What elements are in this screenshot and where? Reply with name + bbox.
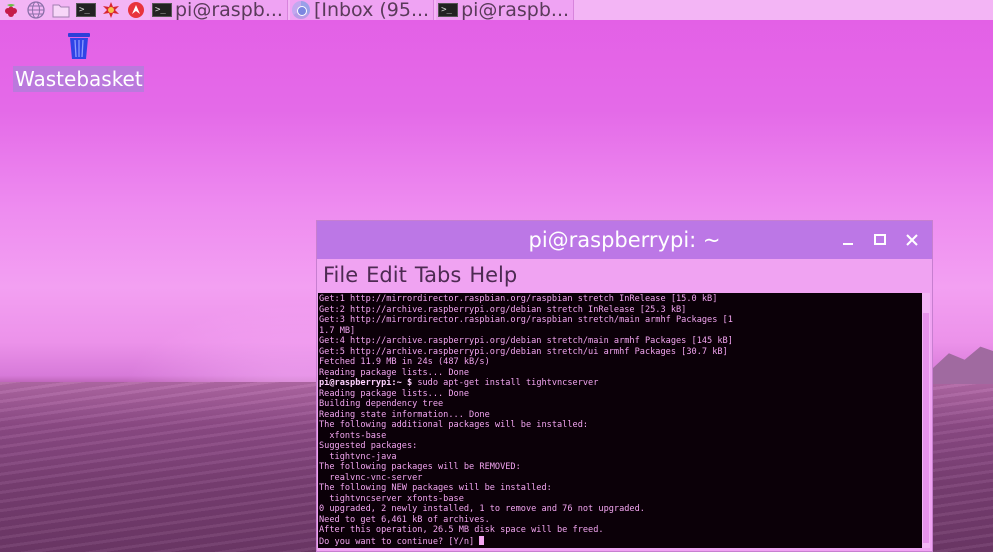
- menu-bar: File Edit Tabs Help: [317, 259, 932, 291]
- text-cursor: [479, 535, 485, 545]
- terminal-icon: >_: [438, 3, 459, 17]
- file-manager-icon[interactable]: [50, 0, 72, 20]
- maximize-button[interactable]: [870, 230, 890, 250]
- terminal-window: pi@raspberrypi: ~ File Edit Tabs Help Ge…: [316, 220, 933, 552]
- terminal-line: Fetched 11.9 MB in 24s (487 kB/s): [319, 357, 490, 367]
- minimize-button[interactable]: [838, 230, 858, 250]
- menu-tabs[interactable]: Tabs: [415, 263, 462, 287]
- terminal-line: Get:4 http://archive.raspberrypi.org/deb…: [319, 336, 733, 346]
- window-titlebar[interactable]: pi@raspberrypi: ~: [317, 221, 932, 259]
- terminal-scrollbar[interactable]: [922, 293, 930, 548]
- terminal-icon: >_: [152, 3, 172, 17]
- terminal-line: xfonts-base: [319, 430, 387, 441]
- terminal-line: 0 upgraded, 2 newly installed, 1 to remo…: [319, 504, 645, 514]
- terminal-line: Reading state information... Done: [319, 409, 490, 420]
- terminal-line: tightvnc-java: [319, 451, 397, 462]
- terminal-line: Get:2 http://archive.raspberrypi.org/deb…: [319, 304, 687, 315]
- taskbar-item-terminal-1[interactable]: >_ pi@raspb...: [150, 0, 288, 20]
- terminal-line: tightvncserver xfonts-base: [319, 493, 464, 504]
- terminal-line: Suggested packages:: [319, 441, 418, 451]
- taskbar-item-label: pi@raspb...: [175, 0, 283, 20]
- shell-command: sudo apt-get install tightvncserver: [412, 378, 599, 388]
- menu-edit[interactable]: Edit: [366, 263, 407, 287]
- terminal-line: Need to get 6,461 kB of archives.: [319, 514, 490, 525]
- taskbar-item-terminal-2[interactable]: >_ pi@raspb...: [436, 0, 575, 20]
- chromium-icon: [291, 1, 310, 19]
- wastebasket-icon: [67, 33, 90, 59]
- raspberry-menu-icon[interactable]: [0, 0, 22, 20]
- close-button[interactable]: [902, 230, 922, 250]
- taskbar-item-label: [Inbox (95...: [313, 0, 430, 20]
- shell-prompt: pi@raspberrypi:~ $: [319, 378, 413, 388]
- terminal-line: After this operation, 26.5 MB disk space…: [319, 525, 604, 535]
- scrollbar-thumb[interactable]: [923, 313, 929, 543]
- taskbar-item-inbox[interactable]: [Inbox (95...: [289, 0, 435, 20]
- terminal-line: The following NEW packages will be insta…: [319, 483, 552, 493]
- terminal-question-line: Do you want to continue? [Y/n]: [319, 535, 922, 548]
- terminal-line: The following additional packages will b…: [319, 420, 589, 430]
- minimize-icon: [843, 243, 853, 245]
- terminal-output[interactable]: Get:1 http://mirrordirector.raspbian.org…: [318, 293, 922, 548]
- terminal-line: Get:3 http://mirrordirector.raspbian.org…: [319, 315, 733, 325]
- terminal-line: realvnc-vnc-server: [319, 472, 423, 483]
- taskbar: >_ >_ pi@raspb... [Inbox (95... >_ pi@ra…: [0, 0, 993, 20]
- terminal-line: 1.7 MB]: [319, 325, 356, 336]
- terminal-line: Building dependency tree: [319, 399, 444, 409]
- math-kernel-icon[interactable]: [100, 0, 122, 20]
- terminal-line: Get:1 http://mirrordirector.raspbian.org…: [319, 294, 718, 304]
- web-browser-icon[interactable]: [25, 0, 47, 20]
- window-title: pi@raspberrypi: ~: [528, 228, 721, 252]
- terminal-command-line: pi@raspberrypi:~ $ sudo apt-get install …: [319, 378, 922, 389]
- wolfram-icon[interactable]: [125, 0, 147, 20]
- wastebasket-label: Wastebasket: [13, 66, 144, 92]
- close-icon: [906, 234, 918, 246]
- wallpaper-mountains: [930, 346, 993, 384]
- maximize-icon: [874, 234, 886, 245]
- desktop-icon-wastebasket[interactable]: Wastebasket: [13, 30, 144, 92]
- terminal-line: Reading package lists... Done: [319, 367, 470, 378]
- terminal-line: The following packages will be REMOVED:: [319, 462, 521, 472]
- continue-question: Do you want to continue? [Y/n]: [319, 536, 480, 547]
- terminal-line: Get:5 http://archive.raspberrypi.org/deb…: [319, 346, 728, 357]
- taskbar-item-label: pi@raspb...: [461, 0, 570, 20]
- terminal-icon[interactable]: >_: [75, 0, 97, 20]
- menu-help[interactable]: Help: [469, 263, 517, 287]
- terminal-line: Reading package lists... Done: [319, 388, 470, 399]
- menu-file[interactable]: File: [323, 263, 358, 287]
